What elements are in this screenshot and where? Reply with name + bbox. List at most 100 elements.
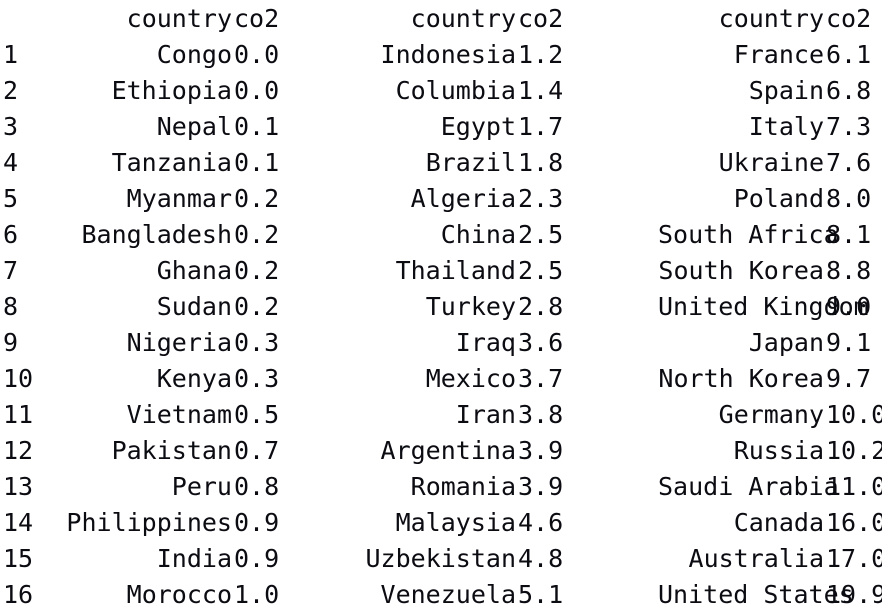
column-header-country-1: country [126, 4, 232, 33]
co2-cell: 2.5 [518, 220, 564, 249]
country-cell: Columbia [395, 76, 516, 105]
country-cell: Sudan [156, 292, 232, 321]
country-cell: South Africa [658, 220, 839, 249]
co2-cell: 3.6 [518, 328, 564, 357]
row-index: 7 [3, 256, 19, 285]
co2-cell: 9.0 [826, 292, 872, 321]
co2-cell: 1.8 [518, 148, 564, 177]
co2-cell: 0.9 [234, 508, 280, 537]
country-cell: Philippines [66, 508, 232, 537]
co2-cell: 0.0 [234, 76, 280, 105]
column-header-country-3: country [718, 4, 824, 33]
co2-cell: 0.0 [234, 40, 280, 69]
co2-cell: 5.1 [518, 580, 564, 609]
co2-cell: 6.1 [826, 40, 872, 69]
co2-cell: 0.5 [234, 400, 280, 429]
country-cell: China [440, 220, 516, 249]
country-cell: Malaysia [395, 508, 516, 537]
row-index: 16 [3, 580, 34, 609]
column-header-co2-1: co2 [234, 4, 280, 33]
row-index: 3 [3, 112, 19, 141]
country-cell: Indonesia [380, 40, 516, 69]
country-cell: Kenya [156, 364, 232, 393]
co2-cell: 10.0 [826, 400, 882, 429]
country-cell: Pakistan [111, 436, 232, 465]
country-cell: Romania [410, 472, 516, 501]
co2-cell: 1.2 [518, 40, 564, 69]
country-cell: France [733, 40, 824, 69]
column-header-country-2: country [410, 4, 516, 33]
co2-cell: 8.0 [826, 184, 872, 213]
co2-cell: 2.8 [518, 292, 564, 321]
co2-cell: 0.2 [234, 256, 280, 285]
co2-cell: 4.8 [518, 544, 564, 573]
country-cell: Uzbekistan [365, 544, 516, 573]
country-cell: Venezuela [380, 580, 516, 609]
country-cell: Thailand [395, 256, 516, 285]
co2-cell: 4.6 [518, 508, 564, 537]
country-cell: Ukraine [718, 148, 824, 177]
country-cell: Ghana [156, 256, 232, 285]
co2-cell: 8.1 [826, 220, 872, 249]
country-cell: Saudi Arabia [658, 472, 839, 501]
country-cell: Congo [156, 40, 232, 69]
country-cell: Russia [733, 436, 824, 465]
country-cell: Mexico [425, 364, 516, 393]
country-cell: North Korea [658, 364, 824, 393]
country-cell: Myanmar [126, 184, 232, 213]
row-index: 13 [3, 472, 34, 501]
country-cell: Australia [688, 544, 824, 573]
co2-cell: 0.8 [234, 472, 280, 501]
co2-cell: 7.6 [826, 148, 872, 177]
country-cell: Brazil [425, 148, 516, 177]
row-index: 14 [3, 508, 34, 537]
row-index: 10 [3, 364, 34, 393]
country-cell: Bangladesh [81, 220, 232, 249]
column-header-co2-2: co2 [518, 4, 564, 33]
row-index: 6 [3, 220, 19, 249]
country-cell: Nepal [156, 112, 232, 141]
country-cell: Vietnam [126, 400, 232, 429]
row-index: 11 [3, 400, 34, 429]
country-cell: Iraq [455, 328, 516, 357]
column-header-co2-3: co2 [826, 4, 872, 33]
co2-cell: 3.7 [518, 364, 564, 393]
row-index: 12 [3, 436, 34, 465]
country-cell: India [156, 544, 232, 573]
row-index: 4 [3, 148, 19, 177]
row-index: 9 [3, 328, 19, 357]
co2-cell: 6.8 [826, 76, 872, 105]
country-cell: Japan [748, 328, 824, 357]
co2-cell: 0.2 [234, 220, 280, 249]
co2-cell: 0.2 [234, 184, 280, 213]
country-cell: Spain [748, 76, 824, 105]
country-cell: United States [658, 580, 854, 609]
co2-cell: 0.2 [234, 292, 280, 321]
co2-cell: 0.3 [234, 364, 280, 393]
country-cell: Ethiopia [111, 76, 232, 105]
co2-cell: 9.1 [826, 328, 872, 357]
country-cell: Turkey [425, 292, 516, 321]
co2-cell: 2.3 [518, 184, 564, 213]
co2-cell: 1.7 [518, 112, 564, 141]
country-cell: Argentina [380, 436, 516, 465]
country-cell: Algeria [410, 184, 516, 213]
co2-cell: 0.3 [234, 328, 280, 357]
co2-cell: 3.9 [518, 472, 564, 501]
row-index: 1 [3, 40, 19, 69]
co2-cell: 0.7 [234, 436, 280, 465]
dataframe-output: country co2 country co2 country co2 1 Congo 0.0 I… [0, 0, 882, 613]
country-cell: United Kingdom [658, 292, 869, 321]
country-cell: Morocco [126, 580, 232, 609]
country-cell: Canada [733, 508, 824, 537]
co2-cell: 19.9 [826, 580, 882, 609]
country-cell: Germany [718, 400, 824, 429]
row-index: 15 [3, 544, 34, 573]
co2-cell: 0.9 [234, 544, 280, 573]
country-cell: Poland [733, 184, 824, 213]
country-cell: South Korea [658, 256, 824, 285]
co2-cell: 3.8 [518, 400, 564, 429]
co2-cell: 0.1 [234, 148, 280, 177]
co2-cell: 9.7 [826, 364, 872, 393]
co2-cell: 10.2 [826, 436, 882, 465]
